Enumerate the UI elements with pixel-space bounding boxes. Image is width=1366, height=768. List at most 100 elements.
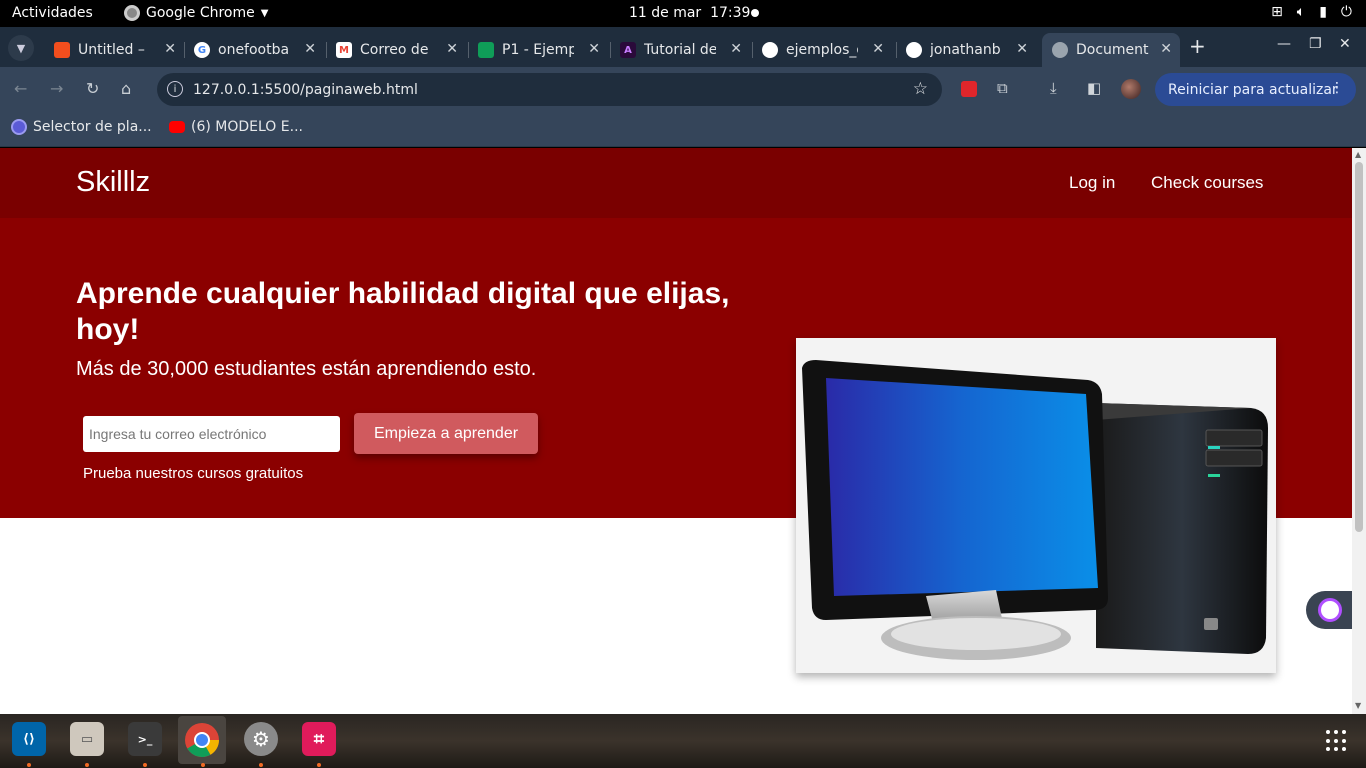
network-icon: ⊞ — [1271, 4, 1283, 20]
tab-title: Untitled – Figma — [78, 42, 150, 58]
chevron-down-icon: ▼ — [260, 7, 269, 19]
close-icon[interactable]: ✕ — [304, 41, 316, 57]
login-link[interactable]: Log in — [1069, 173, 1115, 193]
scroll-down-icon[interactable]: ▼ — [1355, 701, 1361, 710]
running-indicator — [85, 763, 89, 767]
tab-gmail[interactable]: M Correo de Gmail ✕ — [326, 33, 466, 67]
bookmark-label: Selector de pla... — [33, 119, 152, 135]
brand-logo[interactable]: Skilllz — [76, 166, 150, 199]
bookmark-star-icon[interactable]: ☆ — [913, 79, 928, 99]
app-name: Google Chrome — [146, 5, 255, 21]
scrollbar-thumb[interactable] — [1355, 162, 1363, 532]
bookmark-label: (6) MODELO E... — [191, 119, 303, 135]
tab-title: onefootball — [218, 42, 290, 58]
download-icon[interactable]: ⤓ — [1050, 79, 1057, 97]
tab-title: Correo de Gmail — [360, 42, 432, 58]
hero-title: Aprende cualquier habilidad digital que … — [76, 277, 730, 346]
profile-avatar[interactable] — [1121, 79, 1141, 99]
hero-section: Aprende cualquier habilidad digital que … — [0, 218, 1352, 673]
email-input[interactable] — [83, 416, 340, 452]
google-icon: G — [194, 42, 210, 58]
close-icon[interactable]: ✕ — [588, 41, 600, 57]
system-top-bar: Actividades Google Chrome ▼ 11 de mar 17… — [0, 0, 1366, 27]
running-indicator — [27, 763, 31, 767]
maximize-icon[interactable]: ❐ — [1309, 36, 1322, 52]
vscode-icon[interactable]: ⟨⟩ — [12, 722, 46, 756]
close-icon[interactable]: ✕ — [446, 41, 458, 57]
site-navbar: Skilllz Log in Check courses — [0, 148, 1352, 218]
computer-illustration-svg — [802, 360, 1268, 660]
tab-figma[interactable]: Untitled – Figma ✕ — [44, 33, 184, 67]
scroll-up-icon[interactable]: ▲ — [1355, 150, 1361, 159]
hero-subtitle: Más de 30,000 estudiantes están aprendie… — [76, 358, 537, 380]
forward-arrow-icon[interactable]: → — [50, 79, 63, 98]
tab-github-jonathan[interactable]: jonathanb ✕ — [896, 33, 1036, 67]
reload-icon[interactable]: ↻ — [86, 79, 99, 98]
chrome-logo-svg — [185, 723, 219, 757]
close-icon[interactable]: ✕ — [1016, 41, 1028, 57]
free-courses-text: Prueba nuestros cursos gratuitos — [83, 465, 304, 482]
bookmark-selector[interactable]: Selector de pla... — [11, 119, 152, 135]
youtube-icon — [169, 121, 185, 133]
chrome-app-icon — [124, 5, 140, 21]
extension-icon[interactable] — [961, 81, 977, 97]
window-close-icon[interactable]: ✕ — [1339, 36, 1351, 52]
github-icon — [762, 42, 778, 58]
tab-title: Document — [1076, 42, 1149, 58]
running-indicator — [143, 763, 147, 767]
site-info-icon[interactable]: i — [167, 81, 183, 97]
clock-time: 17:39 — [710, 5, 751, 21]
update-button[interactable]: Reiniciar para actualizar ⋮ — [1155, 73, 1356, 106]
running-indicator — [259, 763, 263, 767]
start-learning-button[interactable]: Empieza a aprender — [354, 413, 538, 454]
tab-title: jonathanb — [930, 42, 1001, 58]
bookmark-youtube[interactable]: (6) MODELO E... — [169, 119, 303, 135]
chrome-icon[interactable] — [178, 716, 226, 764]
activities-button[interactable]: Actividades — [12, 5, 93, 21]
tab-classroom[interactable]: P1 - Ejemplo ✕ — [468, 33, 608, 67]
check-courses-link[interactable]: Check courses — [1151, 173, 1263, 193]
minimize-icon[interactable]: — — [1277, 36, 1291, 52]
home-icon[interactable]: ⌂ — [121, 79, 131, 98]
tab-title: Tutorial de Angular — [644, 42, 716, 58]
running-indicator — [201, 763, 205, 767]
menu-dots-icon[interactable]: ⋮ — [1330, 80, 1344, 96]
tab-search-button[interactable]: ▼ — [8, 35, 34, 61]
assistant-bubble[interactable] — [1306, 591, 1352, 629]
terminal-icon[interactable]: >_ — [128, 722, 162, 756]
close-icon[interactable]: ✕ — [1160, 41, 1172, 57]
screenshot-crop-icon[interactable]: ⌗ — [302, 722, 336, 756]
show-apps-grid-icon[interactable] — [1326, 730, 1348, 752]
selector-icon — [11, 119, 27, 135]
dock: ⟨⟩ ▭ >_ ⚙ ⌗ — [0, 714, 1366, 768]
new-tab-button[interactable]: + — [1189, 34, 1206, 58]
page-scrollbar[interactable]: ▲ ▼ — [1352, 148, 1366, 714]
address-bar[interactable]: i 127.0.0.1:5500/paginaweb.html ☆ — [157, 73, 942, 106]
tab-onefootball[interactable]: G onefootball ✕ — [184, 33, 324, 67]
close-icon[interactable]: ✕ — [730, 41, 742, 57]
close-icon[interactable]: ✕ — [164, 41, 176, 57]
figma-icon — [54, 42, 70, 58]
back-arrow-icon[interactable]: ← — [14, 79, 27, 98]
files-icon[interactable]: ▭ — [70, 722, 104, 756]
settings-icon[interactable]: ⚙ — [244, 722, 278, 756]
tab-github-ejemplos[interactable]: ejemplos_git ✕ — [752, 33, 892, 67]
globe-icon — [1052, 42, 1068, 58]
bot-face-icon — [1318, 598, 1342, 622]
app-menu[interactable]: Google Chrome ▼ — [124, 5, 268, 21]
close-icon[interactable]: ✕ — [872, 41, 884, 57]
clock[interactable]: 11 de mar 17:39 — [629, 5, 750, 21]
update-button-label: Reiniciar para actualizar — [1168, 81, 1338, 98]
bookmarks-bar: Selector de pla... (6) MODELO E... — [0, 111, 1366, 147]
extensions-puzzle-icon[interactable]: ⧉ — [997, 79, 1008, 97]
chevron-down-icon: ▼ — [16, 41, 26, 55]
tab-title: ejemplos_git — [786, 42, 858, 58]
tab-document[interactable]: Document ✕ — [1042, 33, 1180, 67]
tab-angular[interactable]: A Tutorial de Angular ✕ — [610, 33, 750, 67]
computer-illustration — [796, 338, 1276, 673]
github-icon — [906, 42, 922, 58]
browser-toolbar: ← → ↻ ⌂ i 127.0.0.1:5500/paginaweb.html … — [0, 67, 1366, 111]
side-panel-icon[interactable]: ◧ — [1087, 79, 1101, 97]
system-tray[interactable]: ⊞ 🔈︎ ▮ ⏻ — [1271, 4, 1352, 20]
classroom-icon — [478, 42, 494, 58]
